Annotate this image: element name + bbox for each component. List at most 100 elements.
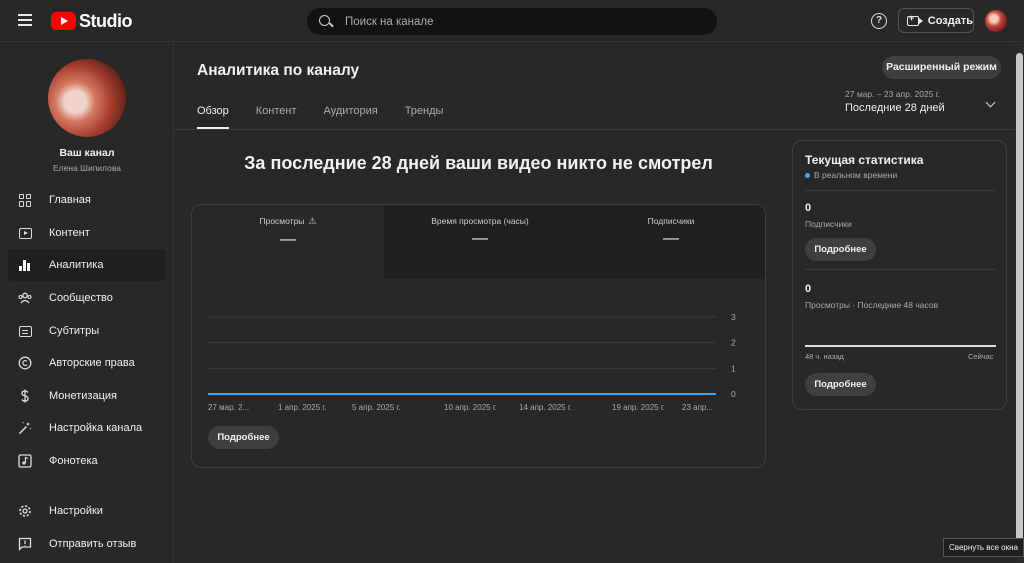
sidebar-item-customization[interactable]: Настройка канала: [8, 412, 166, 444]
sidebar-item-monetization[interactable]: Монетизация: [8, 380, 166, 412]
metric-views[interactable]: Просмотры ⚠ —: [192, 205, 384, 279]
dollar-icon: [18, 389, 32, 403]
sidebar-item-dashboard[interactable]: Главная: [8, 184, 166, 216]
x-tick-label: 14 апр. 2025 г.: [519, 403, 572, 412]
subtitles-icon: [18, 324, 32, 338]
taskbar-tooltip: Свернуть все окна: [943, 538, 1024, 557]
sidebar-item-subtitles[interactable]: Субтитры: [8, 315, 166, 347]
channel-name: Елена Шипилова: [53, 163, 121, 173]
x-tick-label: 1 апр. 2025 г.: [278, 403, 327, 412]
page-title: Аналитика по каналу: [197, 62, 360, 79]
subscribers-label: Подписчики: [805, 219, 852, 229]
sidebar-item-label: Монетизация: [49, 390, 117, 402]
top-bar: Studio ? Создать: [0, 0, 1024, 42]
metric-value: —: [280, 231, 296, 248]
sidebar-item-label: Контент: [49, 227, 90, 239]
y-tick-label: 1: [731, 363, 736, 373]
divider: [805, 190, 996, 191]
x-tick-label: 19 апр. 2025 г.: [612, 403, 665, 412]
sidebar-item-label: Субтитры: [49, 325, 100, 337]
scrollbar-thumb[interactable]: [1016, 53, 1023, 543]
metric-subscribers[interactable]: Подписчики —: [575, 205, 765, 279]
realtime-stats-card: Текущая статистика В реальном времени 0 …: [792, 140, 1007, 410]
copyright-icon: [18, 356, 32, 370]
date-range-period: Последние 28 дней: [845, 102, 945, 114]
views-count: 0: [805, 283, 812, 295]
live-dot-icon: [805, 172, 810, 178]
create-video-icon: [907, 13, 923, 26]
create-button[interactable]: Создать: [898, 8, 974, 33]
sidebar-item-label: Настройки: [49, 505, 103, 517]
content-icon: [18, 226, 32, 240]
create-button-label: Создать: [927, 14, 973, 27]
timeline-start: 48 ч. назад: [805, 352, 844, 361]
account-avatar[interactable]: [985, 10, 1007, 32]
sidebar-item-content[interactable]: Контент: [8, 217, 166, 249]
x-tick-label: 10 апр. 2025 г.: [444, 403, 497, 412]
views-more-button[interactable]: Подробнее: [805, 373, 876, 396]
community-icon: [18, 291, 32, 305]
search-input[interactable]: [345, 15, 685, 28]
realtime-label: В реальном времени: [814, 170, 898, 180]
hamburger-menu-icon[interactable]: [14, 11, 36, 31]
page-scrollbar[interactable]: [1015, 43, 1024, 563]
sidebar-item-label: Фонотека: [49, 455, 98, 467]
sidebar-item-label: Аналитика: [49, 259, 104, 271]
advanced-mode-button[interactable]: Расширенный режим: [882, 56, 1001, 79]
channel-title: Ваш канал: [59, 147, 115, 159]
date-range-selector[interactable]: 27 мар. – 23 апр. 2025 г. Последние 28 д…: [845, 89, 1005, 119]
sidebar-item-label: Сообщество: [49, 292, 113, 304]
sidebar-item-label: Отправить отзыв: [49, 538, 137, 550]
audio-library-icon: [18, 454, 32, 468]
youtube-play-icon: [51, 12, 76, 30]
search-box[interactable]: [307, 8, 717, 35]
x-tick-label: 27 мар. 2...: [208, 403, 249, 412]
metric-value: —: [472, 230, 488, 247]
warning-icon: ⚠: [308, 216, 317, 226]
analytics-tabs: Обзор Контент Аудитория Тренды: [197, 105, 470, 129]
realtime-indicator: В реальном времени: [805, 170, 897, 180]
chart-more-button[interactable]: Подробнее: [208, 426, 279, 449]
subscribers-more-button[interactable]: Подробнее: [805, 238, 876, 261]
x-tick-label: 23 апр...: [682, 403, 713, 412]
gear-icon: [18, 504, 32, 518]
search-icon[interactable]: [319, 14, 333, 29]
logo-text: Studio: [79, 10, 133, 31]
main-content: Аналитика по каналу Расширенный режим Об…: [175, 43, 1015, 563]
sidebar-item-audio-library[interactable]: Фонотека: [8, 445, 166, 477]
youtube-studio-logo[interactable]: Studio: [51, 10, 133, 31]
divider: [805, 269, 996, 270]
metric-label: Время просмотра (часы): [431, 216, 529, 226]
metric-value: —: [663, 230, 679, 247]
overview-chart-card: Просмотры ⚠ — Время просмотра (часы) — По…: [191, 204, 766, 468]
dashboard-icon: [18, 193, 32, 207]
analytics-icon: [18, 258, 32, 272]
y-tick-label: 2: [731, 338, 736, 348]
sidebar-item-settings[interactable]: Настройки: [8, 495, 166, 527]
sidebar-item-label: Настройка канала: [49, 422, 143, 434]
magic-wand-icon: [18, 421, 32, 435]
tabs-divider: [175, 129, 1015, 130]
realtime-chart-baseline: [805, 345, 996, 347]
date-range-dates: 27 мар. – 23 апр. 2025 г.: [845, 89, 941, 99]
feedback-icon: [18, 537, 32, 551]
tab-trends[interactable]: Тренды: [405, 105, 444, 129]
tab-audience[interactable]: Аудитория: [324, 105, 378, 129]
realtime-title: Текущая статистика: [805, 153, 924, 167]
metric-watch-time[interactable]: Время просмотра (часы) —: [384, 205, 576, 279]
sidebar-item-analytics[interactable]: Аналитика: [8, 249, 166, 281]
sidebar-item-feedback[interactable]: Отправить отзыв: [8, 528, 166, 560]
sidebar-item-copyright[interactable]: Авторские права: [8, 347, 166, 379]
overview-headline: За последние 28 дней ваши видео никто не…: [244, 153, 713, 173]
channel-avatar[interactable]: [48, 59, 126, 137]
sidebar-item-label: Главная: [49, 194, 91, 206]
metric-label: Подписчики: [647, 216, 695, 226]
views-label: Просмотры · Последние 48 часов: [805, 300, 939, 310]
help-icon[interactable]: ?: [871, 13, 887, 29]
sidebar-item-community[interactable]: Сообщество: [8, 282, 166, 314]
tab-overview[interactable]: Обзор: [197, 105, 229, 129]
tab-content[interactable]: Контент: [256, 105, 297, 129]
metric-label: Просмотры ⚠: [259, 216, 317, 226]
subscribers-count: 0: [805, 202, 812, 214]
x-tick-label: 5 апр. 2025 г.: [352, 403, 401, 412]
